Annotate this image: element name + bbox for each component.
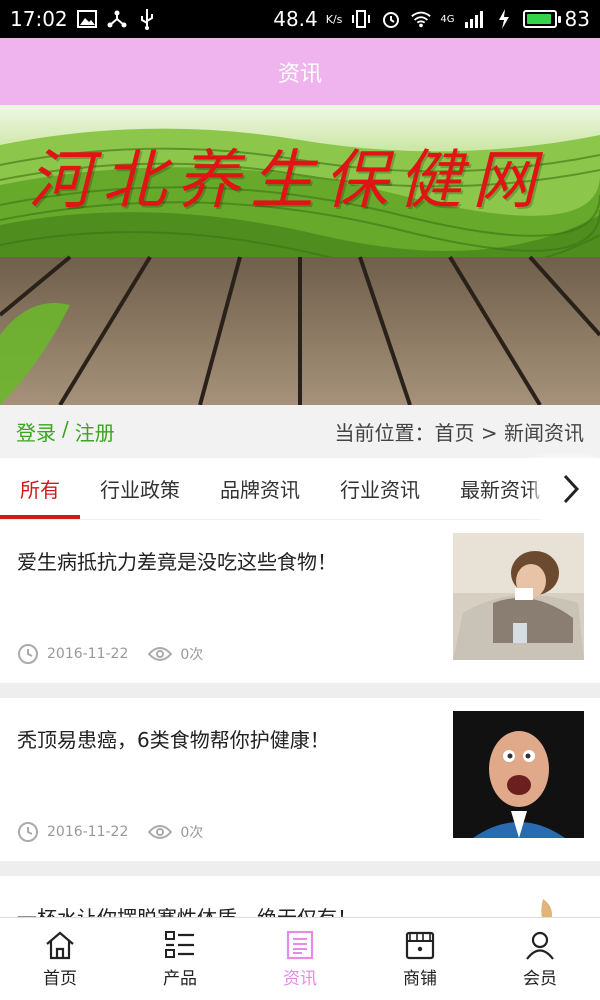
- home-icon: [46, 931, 74, 959]
- article-views: 0次: [180, 647, 204, 663]
- nav-label: 商铺: [403, 968, 437, 989]
- nav-member[interactable]: 会员: [480, 918, 600, 1000]
- article-card[interactable]: 一杯水让你摆脱寒性体质，绝无仅有！: [0, 876, 600, 917]
- article-meta: 2016-11-22 0次: [17, 643, 203, 665]
- nav-stores[interactable]: 商铺: [360, 918, 480, 1000]
- banner-title: 河北养生保健网: [28, 144, 546, 218]
- status-time: 17:02: [10, 7, 68, 31]
- article-thumbnail[interactable]: [453, 533, 584, 660]
- store-icon: [405, 931, 435, 959]
- tab-label: 行业政策: [100, 478, 180, 502]
- article-list: 爱生病抵抗力差竟是没吃这些食物！ 2016-11-22 0次 秃顶易患癌，6类食…: [0, 520, 600, 917]
- nav-news[interactable]: 资讯: [240, 918, 360, 1000]
- tab-industry-policy[interactable]: 行业政策: [80, 458, 200, 519]
- article-card[interactable]: 爱生病抵抗力差竟是没吃这些食物！ 2016-11-22 0次: [0, 520, 600, 683]
- article-card[interactable]: 秃顶易患癌，6类食物帮你护健康！ 2016-11-22 0次: [0, 698, 600, 861]
- sick-woman-photo: [453, 533, 584, 660]
- network-speed: 48.4: [273, 7, 318, 31]
- breadcrumb: 当前位置：首页 > 新闻资讯: [334, 421, 584, 445]
- auth-separator: /: [62, 417, 69, 441]
- nav-label: 资讯: [283, 968, 317, 989]
- page-title: 资讯: [277, 61, 322, 87]
- user-icon: [526, 931, 554, 960]
- nav-products[interactable]: 产品: [120, 918, 240, 1000]
- vibrate-icon: [350, 8, 372, 30]
- nav-label: 产品: [163, 968, 197, 989]
- clock-icon: [18, 822, 38, 842]
- article-title: 爱生病抵抗力差竟是没吃这些食物！: [17, 550, 337, 574]
- battery-icon: [522, 10, 561, 28]
- tab-label: 最新资讯: [460, 478, 540, 502]
- nav-label: 首页: [43, 968, 77, 989]
- article-title: 秃顶易患癌，6类食物帮你护健康！: [17, 728, 330, 752]
- article-title: 一杯水让你摆脱寒性体质，绝无仅有！: [17, 904, 437, 917]
- location-bar: 登录 / 注册 当前位置：首页 > 新闻资讯: [0, 405, 600, 458]
- article-thumbnail[interactable]: [453, 711, 584, 838]
- charging-icon: [493, 8, 515, 30]
- usb-icon: [136, 8, 158, 30]
- eye-icon: [148, 647, 173, 661]
- auth-links: 登录 / 注册: [16, 417, 115, 446]
- tab-label: 所有: [20, 478, 60, 502]
- network-type: 4G: [440, 13, 455, 25]
- tab-brand-news[interactable]: 品牌资讯: [200, 458, 320, 519]
- article-thumbnail[interactable]: [453, 889, 584, 917]
- image-icon: [76, 8, 98, 30]
- speed-unit: K/s: [325, 12, 343, 26]
- bottom-navigation: 首页 产品 资讯 商铺 会员: [0, 917, 600, 1000]
- banner-image: 河北养生保健网: [0, 105, 600, 405]
- chevron-right-icon: [563, 474, 580, 504]
- battery-level: 83: [564, 7, 590, 31]
- article-date: 2016-11-22: [47, 824, 129, 840]
- tab-industry-news[interactable]: 行业资讯: [320, 458, 440, 519]
- tab-label: 品牌资讯: [220, 478, 300, 502]
- category-tabs: 所有 行业政策 品牌资讯 行业资讯 最新资讯: [0, 458, 600, 520]
- clock-icon: [18, 644, 38, 664]
- alarm-icon: [380, 8, 402, 30]
- register-link[interactable]: 注册: [75, 417, 115, 446]
- nav-home[interactable]: 首页: [0, 918, 120, 1000]
- tab-all[interactable]: 所有: [0, 458, 80, 519]
- tabs-next-button[interactable]: [542, 458, 600, 520]
- tab-label: 行业资讯: [340, 478, 420, 502]
- signal-icon: [463, 8, 485, 30]
- list-icon: [165, 930, 194, 958]
- eye-icon: [148, 825, 173, 839]
- nav-label: 会员: [523, 968, 557, 989]
- page-header: 资讯: [0, 38, 600, 105]
- status-bar: 17:02 48.4 K/s 4G 83: [0, 0, 600, 38]
- article-meta: 2016-11-22 0次: [17, 821, 203, 843]
- bald-man-photo: [453, 711, 584, 838]
- share-icon: [106, 8, 128, 30]
- article-views: 0次: [180, 825, 204, 841]
- login-link[interactable]: 登录: [16, 417, 56, 446]
- news-icon: [286, 930, 314, 959]
- article-date: 2016-11-22: [47, 646, 129, 662]
- wifi-icon: [410, 8, 432, 30]
- tea-cup-photo: [453, 889, 584, 917]
